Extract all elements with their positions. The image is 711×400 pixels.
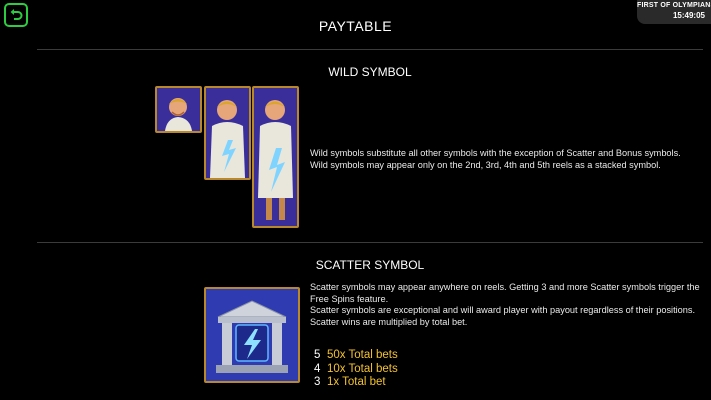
scatter-description: Scatter symbols may appear anywhere on r… — [310, 282, 700, 328]
scatter-description-line: Scatter symbols are exceptional and will… — [310, 305, 696, 315]
pay-row: 4 10x Total bets — [314, 363, 398, 377]
wild-symbol-double — [204, 86, 251, 180]
pay-count: 5 — [314, 349, 321, 361]
scatter-description-line: Scatter symbols may appear anywhere on r… — [310, 282, 700, 304]
wild-symbol-single — [155, 86, 202, 133]
divider — [37, 242, 703, 243]
scatter-pay-table: 5 50x Total bets 4 10x Total bets 3 1x T… — [314, 349, 398, 390]
wild-description-line: Wild symbols substitute all other symbol… — [310, 148, 681, 158]
pay-row: 3 1x Total bet — [314, 376, 398, 390]
wild-section-title: WILD SYMBOL — [328, 65, 412, 79]
zeus-icon — [206, 88, 249, 178]
zeus-icon — [157, 88, 200, 131]
pay-count: 4 — [314, 362, 321, 375]
game-name: FIRST OF OLYMPIANS — [637, 2, 711, 9]
scatter-symbol — [204, 287, 300, 383]
pay-row: 5 50x Total bets — [314, 349, 398, 363]
wild-symbol-triple — [252, 86, 299, 228]
scatter-section-title: SCATTER SYMBOL — [315, 258, 425, 272]
divider — [37, 49, 703, 50]
temple-lightning-icon — [206, 289, 298, 381]
zeus-icon — [254, 88, 297, 226]
pay-value: 50x Total bets — [327, 349, 398, 361]
scatter-description-line: Scatter wins are multiplied by total bet… — [310, 316, 468, 327]
wild-description: Wild symbols substitute all other symbol… — [310, 148, 705, 171]
page-title: PAYTABLE — [318, 18, 393, 34]
pay-count: 3 — [314, 376, 321, 388]
pay-value: 10x Total bets — [327, 362, 398, 375]
pay-value: 1x Total bet — [327, 376, 386, 388]
wild-description-line: Wild symbols may appear only on the 2nd,… — [310, 159, 661, 170]
